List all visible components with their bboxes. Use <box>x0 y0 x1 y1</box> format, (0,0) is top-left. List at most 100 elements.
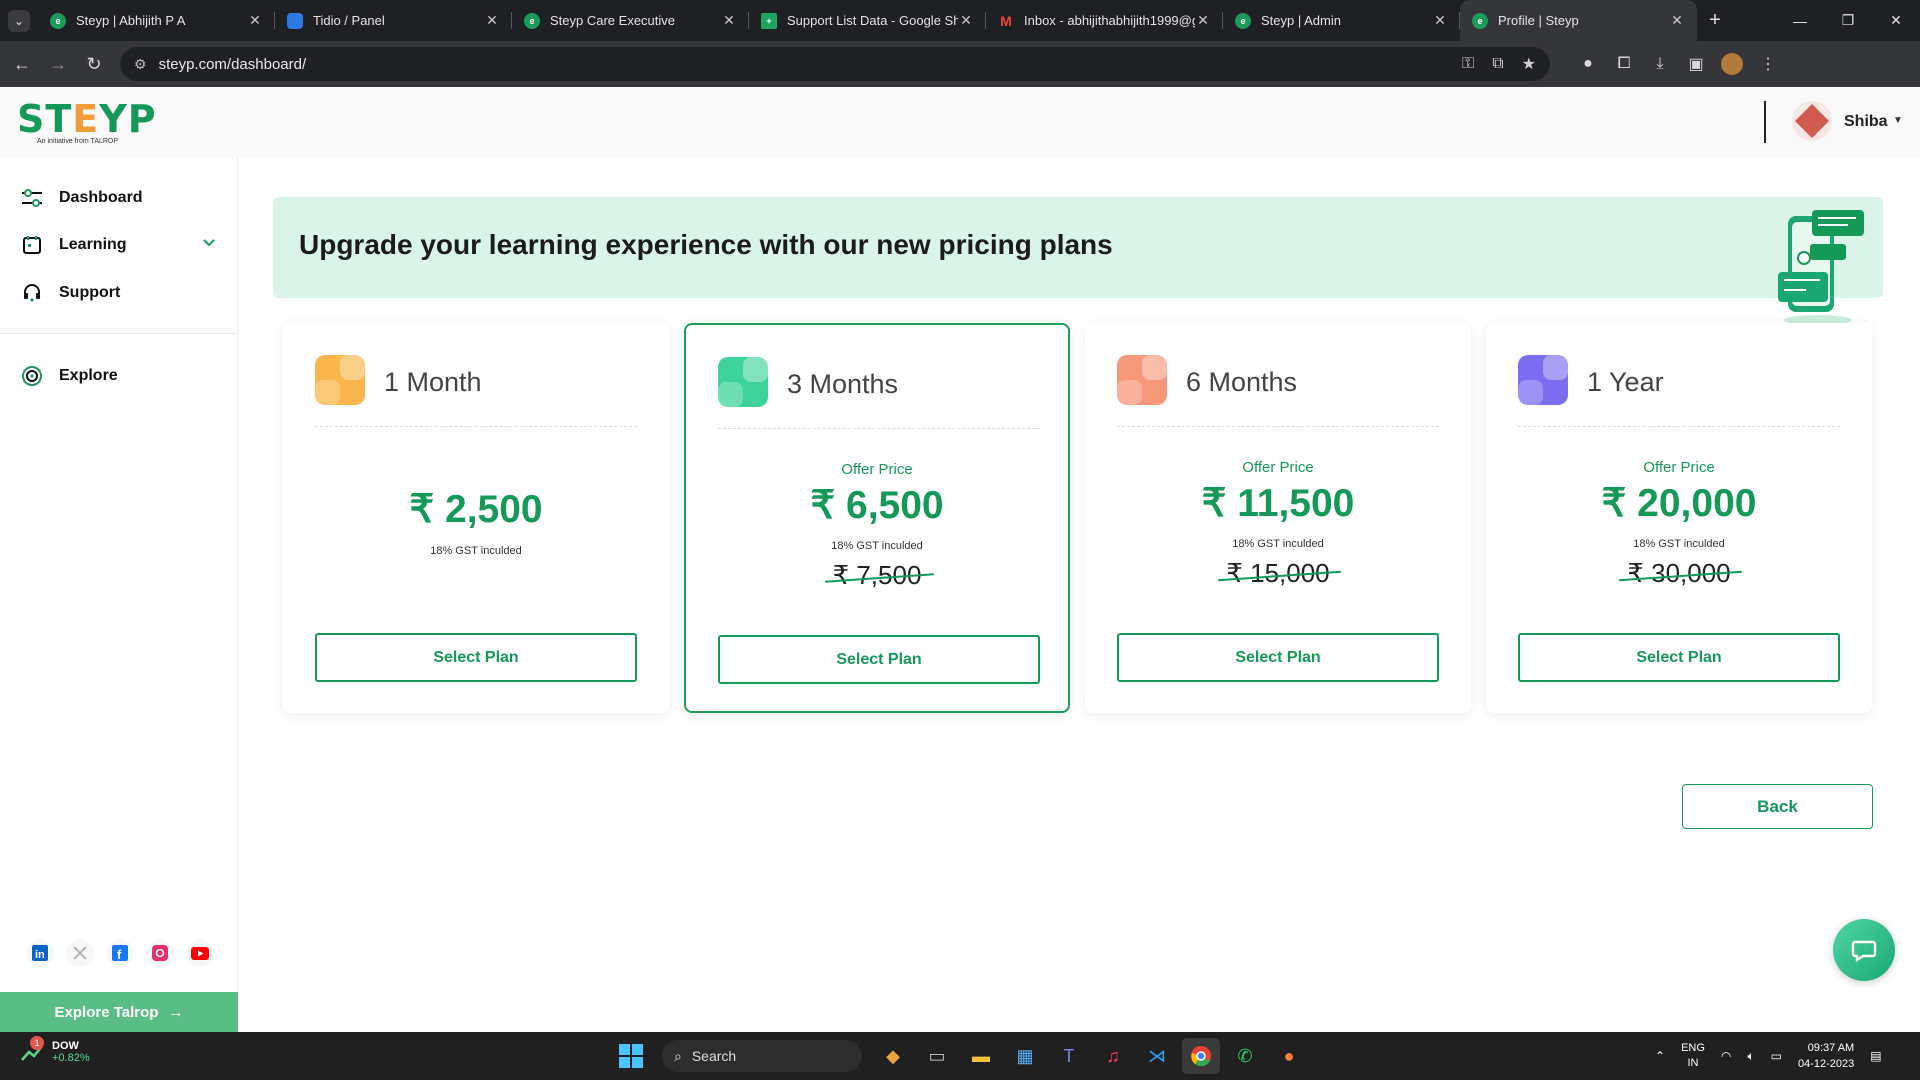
select-plan-button[interactable]: Select Plan <box>315 633 637 682</box>
restore-icon[interactable]: ❐ <box>1824 0 1872 41</box>
puzzle-icon[interactable]: ⧠ <box>1606 46 1642 82</box>
browser-tab[interactable]: + Support List Data - Google She ✕ <box>749 0 986 41</box>
star-icon[interactable]: ★ <box>1522 54 1536 74</box>
vscode-icon[interactable]: ⋊ <box>1138 1038 1176 1074</box>
language-indicator[interactable]: ENG IN <box>1681 1041 1705 1071</box>
battery-icon[interactable]: ▭ <box>1771 1049 1782 1063</box>
taskbar-search[interactable]: ⌕ Search <box>662 1040 862 1072</box>
tidio-favicon-icon <box>287 12 303 29</box>
linkedin-icon[interactable]: in <box>26 939 54 967</box>
user-name[interactable]: Shiba <box>1844 113 1888 131</box>
select-plan-button[interactable]: Select Plan <box>1518 633 1840 682</box>
chrome-icon[interactable] <box>1182 1038 1220 1074</box>
browser-tab[interactable]: e Steyp | Admin ✕ <box>1223 0 1460 41</box>
close-tab-icon[interactable]: ✕ <box>484 12 500 29</box>
address-bar[interactable]: ⚙ steyp.com/dashboard/ ⚿ ⧉ ★ <box>120 47 1550 81</box>
sheets-favicon-icon: + <box>761 12 777 29</box>
plan-divider <box>315 426 637 427</box>
task-view-icon[interactable]: ▭ <box>918 1038 956 1074</box>
close-tab-icon[interactable]: ✕ <box>958 12 974 29</box>
chat-widget-button[interactable] <box>1833 919 1895 981</box>
tab-title: Tidio / Panel <box>313 13 385 28</box>
tab-list: e Steyp | Abhijith P A ✕ Tidio / Panel ✕ e Ste… <box>38 0 1697 41</box>
plan-card: 3 Months Offer Price ₹ 6,500 18% GST inculd… <box>684 323 1070 713</box>
sidebar-item-support[interactable]: Support <box>20 278 120 308</box>
svg-text:f: f <box>117 947 122 961</box>
offer-label: Offer Price <box>1643 459 1715 476</box>
close-tab-icon[interactable]: ✕ <box>1669 12 1685 29</box>
select-plan-button[interactable]: Select Plan <box>1117 633 1439 682</box>
x-icon[interactable] <box>66 939 94 967</box>
browser-tab[interactable]: Tidio / Panel ✕ <box>275 0 512 41</box>
profile-avatar[interactable] <box>1721 53 1743 75</box>
browser-tab[interactable]: e Profile | Steyp ✕ <box>1460 0 1697 41</box>
browser-tab[interactable]: M Inbox - abhijithabhijith1999@g ✕ <box>986 0 1223 41</box>
steyp-favicon-icon: e <box>1235 12 1251 29</box>
new-tab-button[interactable]: + <box>1697 0 1733 41</box>
chevron-up-icon[interactable]: ⌃ <box>1655 1049 1665 1063</box>
close-tab-icon[interactable]: ✕ <box>1195 12 1211 29</box>
close-tab-icon[interactable]: ✕ <box>247 12 263 29</box>
steyp-favicon-icon: e <box>524 12 540 29</box>
sidebar-item-dashboard[interactable]: Dashboard <box>20 183 143 213</box>
search-label: Search <box>691 1048 737 1064</box>
store-icon[interactable]: ▦ <box>1006 1038 1044 1074</box>
plan-name: 1 Year <box>1587 367 1664 397</box>
tab-title: Steyp | Abhijith P A <box>76 13 186 28</box>
explore-talrop-button[interactable]: Explore Talrop → <box>0 992 238 1033</box>
extension-icon[interactable]: ● <box>1570 46 1606 82</box>
offer-label: Offer Price <box>1242 459 1314 476</box>
sidebar-item-explore[interactable]: Explore <box>20 361 118 391</box>
facebook-icon[interactable]: f <box>106 939 134 967</box>
sidebar-item-label: Learning <box>59 236 127 253</box>
postman-icon[interactable]: ● <box>1270 1038 1308 1074</box>
close-tab-icon[interactable]: ✕ <box>721 12 737 29</box>
notification-badge: 1 <box>30 1036 44 1050</box>
plan-price: ₹ 6,500 <box>810 484 944 527</box>
browser-tab[interactable]: e Steyp Care Executive ✕ <box>512 0 749 41</box>
side-panel-icon[interactable]: ▣ <box>1678 46 1714 82</box>
download-icon[interactable]: ⤓ <box>1642 46 1678 82</box>
install-app-icon[interactable]: ⧉ <box>1492 55 1503 73</box>
banner-title: Upgrade your learning experience with ou… <box>299 229 1113 260</box>
gst-note: 18% GST inculded <box>1633 538 1725 550</box>
reload-icon[interactable]: ↻ <box>76 46 112 82</box>
original-price: ₹ 7,500 <box>686 560 1068 591</box>
file-explorer-icon[interactable]: ▬ <box>962 1038 1000 1074</box>
stock-widget[interactable]: 1 DOW +0.82% <box>20 1036 90 1064</box>
pricing-banner: Upgrade your learning experience with ou… <box>273 197 1883 298</box>
chevron-down-icon[interactable] <box>202 235 216 251</box>
minimize-icon[interactable]: — <box>1776 0 1824 41</box>
key-icon[interactable]: ⚿ <box>1462 55 1474 73</box>
sidebar-divider <box>0 333 238 334</box>
explore-talrop-label: Explore Talrop <box>54 1004 159 1021</box>
select-plan-button[interactable]: Select Plan <box>718 635 1040 684</box>
close-tab-icon[interactable]: ✕ <box>1432 12 1448 29</box>
forward-arrow-icon[interactable]: → <box>40 46 76 82</box>
close-window-icon[interactable]: ✕ <box>1872 0 1920 41</box>
arrow-right-icon: → <box>168 1004 184 1021</box>
menu-icon[interactable]: ⋮ <box>1750 46 1786 82</box>
teams-icon[interactable]: T <box>1050 1038 1088 1074</box>
user-avatar[interactable] <box>1792 101 1832 141</box>
copilot-icon[interactable]: ◆ <box>874 1038 912 1074</box>
instagram-icon[interactable] <box>146 939 174 967</box>
plan-name: 1 Month <box>384 367 482 397</box>
notification-icon[interactable]: ▤ <box>1870 1049 1881 1063</box>
clock[interactable]: 09:37 AM 04-12-2023 <box>1798 1040 1854 1072</box>
sidebar-item-learning[interactable]: Learning <box>20 230 127 260</box>
site-info-icon[interactable]: ⚙ <box>134 56 147 73</box>
browser-tab[interactable]: e Steyp | Abhijith P A ✕ <box>38 0 275 41</box>
whatsapp-icon[interactable]: ✆ <box>1226 1038 1264 1074</box>
back-button[interactable]: Back <box>1682 784 1873 829</box>
wifi-icon[interactable]: ◠ <box>1721 1049 1731 1063</box>
windows-start-icon[interactable] <box>612 1038 650 1074</box>
volume-icon[interactable]: 🔈︎ <box>1747 1049 1754 1064</box>
music-icon[interactable]: ♫ <box>1094 1038 1132 1074</box>
tab-search-button[interactable]: ⌄ <box>0 0 38 41</box>
back-arrow-icon[interactable]: ← <box>4 46 40 82</box>
ticker-name: DOW <box>52 1040 79 1052</box>
caret-down-icon[interactable]: ▼ <box>1893 115 1903 126</box>
youtube-icon[interactable] <box>186 939 214 967</box>
steyp-logo[interactable]: STEYP An initiative from TALROP <box>17 100 157 145</box>
